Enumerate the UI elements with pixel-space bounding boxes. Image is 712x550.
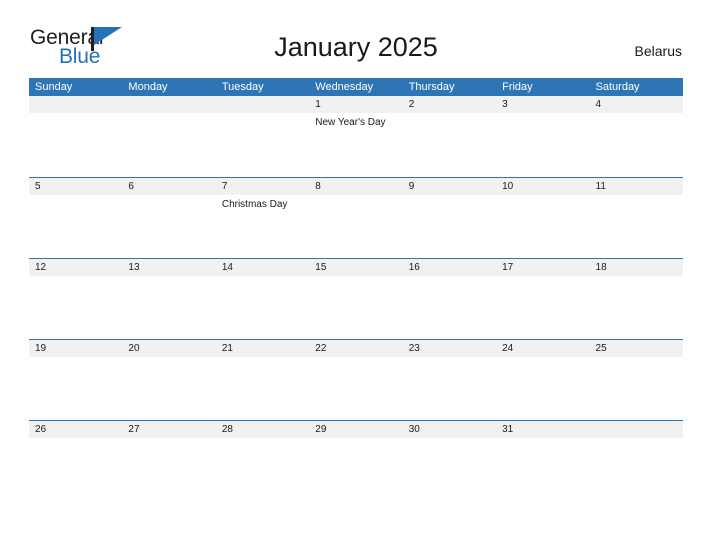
day-number[interactable]	[590, 421, 683, 438]
day-event	[122, 113, 215, 175]
weekday-header-row: Sunday Monday Tuesday Wednesday Thursday…	[29, 78, 683, 96]
day-number[interactable]: 6	[122, 178, 215, 195]
page-header: General Blue January 2025 Belarus	[0, 0, 712, 67]
day-number[interactable]: 27	[122, 421, 215, 438]
day-number[interactable]: 2	[403, 96, 496, 113]
day-number[interactable]	[216, 96, 309, 113]
week-date-band: 1 2 3 4	[29, 96, 683, 113]
weekday-header-saturday: Saturday	[595, 81, 640, 93]
weekday-header-tuesday: Tuesday	[221, 81, 264, 93]
day-number[interactable]: 28	[216, 421, 309, 438]
week-date-band: 26 27 28 29 30 31	[29, 421, 683, 438]
day-event	[590, 357, 683, 419]
day-event	[496, 276, 589, 338]
day-event	[590, 113, 683, 175]
day-number[interactable]: 25	[590, 340, 683, 357]
day-number[interactable]: 30	[403, 421, 496, 438]
day-event	[29, 276, 122, 338]
day-number[interactable]	[122, 96, 215, 113]
day-event	[309, 357, 402, 419]
day-number[interactable]: 15	[309, 259, 402, 276]
day-number[interactable]: 26	[29, 421, 122, 438]
day-event	[403, 195, 496, 257]
day-number[interactable]: 31	[496, 421, 589, 438]
day-number[interactable]: 18	[590, 259, 683, 276]
day-number[interactable]: 3	[496, 96, 589, 113]
day-event	[309, 195, 402, 257]
day-number[interactable]: 16	[403, 259, 496, 276]
day-number[interactable]: 5	[29, 178, 122, 195]
day-event	[403, 357, 496, 419]
week-event-row	[29, 357, 683, 419]
day-number[interactable]: 11	[590, 178, 683, 195]
day-event	[590, 276, 683, 338]
calendar-week-row: 26 27 28 29 30 31	[29, 420, 683, 501]
day-event	[496, 195, 589, 257]
day-event: Christmas Day	[221, 199, 288, 210]
day-number[interactable]: 19	[29, 340, 122, 357]
weekday-header-wednesday: Wednesday	[315, 81, 374, 93]
day-number[interactable]: 1	[309, 96, 402, 113]
day-event	[403, 276, 496, 338]
day-event	[216, 276, 309, 338]
day-event	[29, 195, 122, 257]
week-date-band: 19 20 21 22 23 24 25	[29, 340, 683, 357]
calendar-week-row: 19 20 21 22 23 24 25	[29, 339, 683, 420]
day-number[interactable]: 14	[216, 259, 309, 276]
day-number[interactable]: 12	[29, 259, 122, 276]
calendar-table: Sunday Monday Tuesday Wednesday Thursday…	[29, 78, 683, 501]
calendar-week-row: 5 6 7 8 9 10 11 Christmas Day	[29, 177, 683, 258]
day-number[interactable]	[29, 96, 122, 113]
day-event	[122, 357, 215, 419]
day-number[interactable]: 10	[496, 178, 589, 195]
day-event	[496, 357, 589, 419]
page-title: January 2025	[274, 32, 438, 62]
week-event-row: Christmas Day	[29, 195, 683, 257]
calendar-week-row: 1 2 3 4 New Year's Day	[29, 96, 683, 177]
day-event	[216, 357, 309, 419]
weekday-header-monday: Monday	[128, 81, 168, 93]
weekday-header-thursday: Thursday	[408, 81, 455, 93]
day-number[interactable]: 22	[309, 340, 402, 357]
day-event	[309, 438, 402, 500]
day-event	[216, 113, 309, 175]
day-number[interactable]: 24	[496, 340, 589, 357]
day-number[interactable]: 8	[309, 178, 402, 195]
day-event	[29, 438, 122, 500]
day-event	[122, 195, 215, 257]
week-date-band: 12 13 14 15 16 17 18	[29, 259, 683, 276]
day-event: New Year's Day	[315, 117, 386, 128]
day-event	[309, 276, 402, 338]
day-number[interactable]: 23	[403, 340, 496, 357]
weekday-header-friday: Friday	[502, 81, 533, 93]
day-event	[590, 195, 683, 257]
week-event-row: New Year's Day	[29, 113, 683, 175]
day-event	[496, 438, 589, 500]
day-event	[590, 438, 683, 500]
weekday-header-sunday: Sunday	[35, 81, 73, 93]
calendar-page: General Blue January 2025 Belarus Sunday…	[0, 0, 712, 550]
week-event-row	[29, 276, 683, 338]
day-event	[216, 438, 309, 500]
day-event	[29, 357, 122, 419]
week-event-row	[29, 438, 683, 500]
day-event	[122, 276, 215, 338]
day-number[interactable]: 21	[216, 340, 309, 357]
day-event	[29, 113, 122, 175]
day-event	[403, 438, 496, 500]
day-number[interactable]: 29	[309, 421, 402, 438]
day-number[interactable]: 7	[216, 178, 309, 195]
day-event	[403, 113, 496, 175]
day-event	[122, 438, 215, 500]
calendar-week-row: 12 13 14 15 16 17 18	[29, 258, 683, 339]
day-number[interactable]: 9	[403, 178, 496, 195]
day-number[interactable]: 13	[122, 259, 215, 276]
day-number[interactable]: 17	[496, 259, 589, 276]
day-number[interactable]: 20	[122, 340, 215, 357]
day-number[interactable]: 4	[590, 96, 683, 113]
day-event	[496, 113, 589, 175]
country-label: Belarus	[634, 43, 682, 59]
week-date-band: 5 6 7 8 9 10 11	[29, 178, 683, 195]
